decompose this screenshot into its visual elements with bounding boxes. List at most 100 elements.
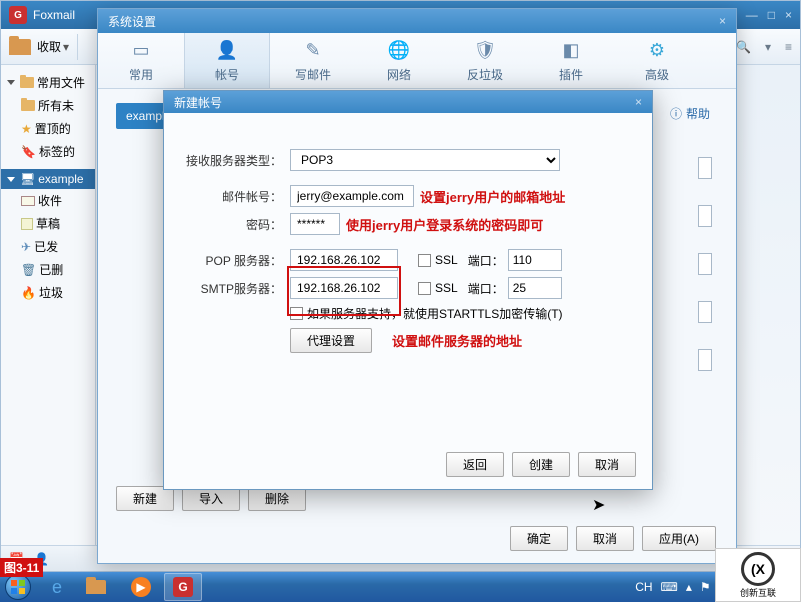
smtp-port-input[interactable] bbox=[508, 277, 562, 299]
tree-common-folders[interactable]: 常用文件 bbox=[1, 71, 95, 94]
fire-icon: 🔥 bbox=[21, 286, 36, 300]
tree-tags[interactable]: 🔖 标签的 bbox=[1, 140, 95, 163]
apply-button[interactable]: 应用(A) bbox=[642, 526, 716, 551]
expand-icon[interactable] bbox=[7, 80, 15, 85]
label-pop: POP 服务器： bbox=[184, 252, 290, 269]
cancel-button[interactable]: 取消 bbox=[576, 526, 634, 551]
settings-titlebar: 系统设置 × bbox=[98, 9, 736, 33]
new-account-title: 新建帐号 bbox=[174, 94, 222, 111]
smtp-server-input[interactable] bbox=[290, 277, 398, 299]
tab-antispam[interactable]: 🛡 反垃圾 bbox=[442, 33, 528, 88]
minimize-icon[interactable]: — bbox=[746, 8, 758, 22]
folder-icon bbox=[21, 100, 35, 111]
close-icon[interactable]: × bbox=[719, 14, 726, 28]
hidden-input[interactable] bbox=[698, 301, 712, 323]
new-account-dialog: 新建帐号 × 接收服务器类型： POP3 邮件帐号： 设置jerry用户的邮箱地… bbox=[163, 90, 653, 490]
annotation-pwd: 使用jerry用户登录系统的密码即可 bbox=[346, 215, 543, 234]
tab-account[interactable]: 👤 帐号 bbox=[184, 33, 270, 88]
label-recv-type: 接收服务器类型： bbox=[184, 152, 290, 169]
starttls-checkbox[interactable] bbox=[290, 307, 303, 320]
label-smtp: SMTP服务器： bbox=[184, 280, 290, 297]
pop-port-input[interactable] bbox=[508, 249, 562, 271]
trash-icon: 🗑 bbox=[21, 263, 36, 277]
close-icon[interactable]: × bbox=[785, 8, 792, 22]
ime-icon[interactable]: ⌨ bbox=[661, 580, 678, 594]
ssl-smtp-label: SSL bbox=[435, 281, 458, 295]
pop-server-input[interactable] bbox=[290, 249, 398, 271]
foxmail-app-icon: G bbox=[9, 6, 27, 24]
ssl-smtp-checkbox[interactable] bbox=[418, 282, 431, 295]
tree-all-unread[interactable]: 所有未 bbox=[1, 94, 95, 117]
gear-icon: ⚙ bbox=[644, 39, 670, 63]
folder-tree: 常用文件 所有未 ★ 置顶的 🔖 标签的 🖥 example 收件 草稿 bbox=[1, 65, 96, 545]
inbox-icon bbox=[21, 196, 35, 206]
tab-compose[interactable]: ✎ 写邮件 bbox=[270, 33, 356, 88]
compose-icon: ✎ bbox=[300, 39, 326, 63]
receive-label[interactable]: 收取 bbox=[37, 38, 61, 55]
task-foxmail[interactable]: G bbox=[164, 573, 202, 601]
proxy-settings-button[interactable]: 代理设置 bbox=[290, 328, 372, 353]
receive-dropdown-caret[interactable]: ▾ bbox=[63, 40, 69, 54]
cancel-button[interactable]: 取消 bbox=[578, 452, 636, 477]
folder-icon bbox=[20, 77, 34, 88]
ssl-pop-checkbox[interactable] bbox=[418, 254, 431, 267]
port-pop-label: 端口： bbox=[468, 252, 504, 269]
watermark-logo: (X 创新互联 bbox=[715, 548, 801, 602]
compose-dropdown-icon[interactable]: ▾ bbox=[765, 40, 771, 54]
monitor-icon: 🖥 bbox=[20, 172, 35, 186]
expand-icon[interactable] bbox=[7, 177, 15, 182]
receive-icon[interactable] bbox=[9, 39, 31, 55]
note-icon bbox=[21, 218, 33, 230]
search-icon[interactable]: 🔍 bbox=[736, 40, 751, 54]
watermark-text: 创新互联 bbox=[740, 586, 776, 599]
ok-button[interactable]: 确定 bbox=[510, 526, 568, 551]
tab-plugin[interactable]: ◧ 插件 bbox=[528, 33, 614, 88]
settings-tabs: ▭ 常用 👤 帐号 ✎ 写邮件 🌐 网络 🛡 反垃圾 ◧ 插件 ⚙ 高级 bbox=[98, 33, 736, 89]
tray-chevron-icon[interactable]: ▴ bbox=[686, 580, 692, 594]
plugin-icon: ◧ bbox=[558, 39, 584, 63]
hidden-input[interactable] bbox=[698, 205, 712, 227]
sent-icon: ✈ bbox=[21, 240, 31, 254]
label-pwd: 密码： bbox=[184, 216, 290, 233]
tree-inbox[interactable]: 收件 bbox=[1, 189, 95, 212]
help-link[interactable]: ⓘ 帮助 bbox=[670, 105, 710, 122]
menu-icon[interactable]: ≡ bbox=[785, 40, 792, 54]
ssl-pop-label: SSL bbox=[435, 253, 458, 267]
window-controls: — □ × bbox=[746, 8, 792, 22]
shield-icon: 🛡 bbox=[472, 39, 498, 63]
mail-account-input[interactable] bbox=[290, 185, 414, 207]
tree-account[interactable]: 🖥 example bbox=[1, 169, 95, 189]
help-icon: ⓘ bbox=[670, 105, 682, 122]
action-center-icon[interactable]: ⚑ bbox=[700, 580, 711, 594]
port-smtp-label: 端口： bbox=[468, 280, 504, 297]
tree-junk[interactable]: 🔥 垃圾 bbox=[1, 281, 95, 304]
general-icon: ▭ bbox=[128, 39, 154, 63]
figure-label: 图3-11 bbox=[0, 558, 43, 577]
cursor-icon: ➤ bbox=[592, 495, 605, 515]
tab-general[interactable]: ▭ 常用 bbox=[98, 33, 184, 88]
ime-indicator[interactable]: CH bbox=[635, 580, 652, 594]
tree-deleted[interactable]: 🗑 已删 bbox=[1, 258, 95, 281]
back-button[interactable]: 返回 bbox=[446, 452, 504, 477]
task-explorer[interactable] bbox=[80, 573, 118, 601]
tab-network[interactable]: 🌐 网络 bbox=[356, 33, 442, 88]
tree-pinned[interactable]: ★ 置顶的 bbox=[1, 117, 95, 140]
close-icon[interactable]: × bbox=[635, 95, 642, 109]
tree-drafts[interactable]: 草稿 bbox=[1, 212, 95, 235]
hidden-input[interactable] bbox=[698, 157, 712, 179]
task-media[interactable]: ▶ bbox=[122, 573, 160, 601]
recv-server-type-select[interactable]: POP3 bbox=[290, 149, 560, 171]
hidden-input[interactable] bbox=[698, 349, 712, 371]
task-ie[interactable]: e bbox=[38, 573, 76, 601]
hidden-input[interactable] bbox=[698, 253, 712, 275]
password-input[interactable] bbox=[290, 213, 340, 235]
create-button[interactable]: 创建 bbox=[512, 452, 570, 477]
toolbar-sep bbox=[77, 34, 78, 60]
maximize-icon[interactable]: □ bbox=[768, 8, 775, 22]
tree-sent[interactable]: ✈ 已发 bbox=[1, 235, 95, 258]
taskbar: e ▶ G CH ⌨ ▴ ⚑ 🔊 19:33 2019/1/17 bbox=[0, 572, 801, 602]
account-icon: 👤 bbox=[214, 39, 240, 63]
settings-title: 系统设置 bbox=[108, 13, 156, 30]
tab-advanced[interactable]: ⚙ 高级 bbox=[614, 33, 700, 88]
app-title: Foxmail bbox=[33, 8, 75, 22]
